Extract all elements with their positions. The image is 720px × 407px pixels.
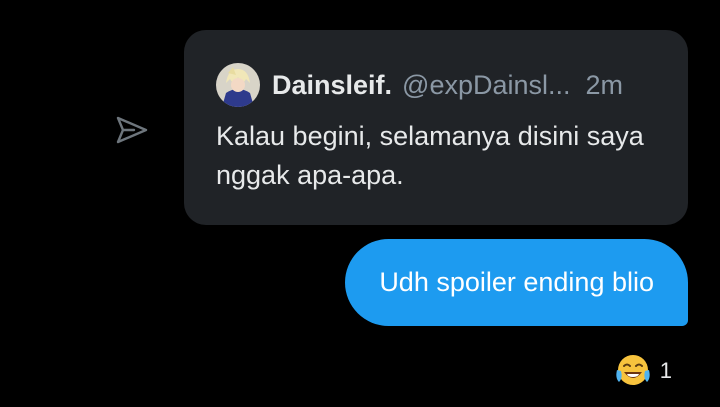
quoted-post-card[interactable]: Dainsleif. @expDainsl... · 2m Kalau begi…	[184, 30, 688, 225]
share-button[interactable]	[112, 110, 152, 150]
quoted-post-text: Kalau begini, selamanya disini saya ngga…	[216, 121, 644, 190]
tears-of-joy-emoji-icon	[616, 355, 650, 385]
dm-conversation: Dainsleif. @expDainsl... · 2m Kalau begi…	[0, 0, 720, 407]
avatar[interactable]	[216, 63, 260, 107]
avatar-image	[216, 63, 260, 107]
sent-message-text: Udh spoiler ending blio	[379, 267, 654, 297]
send-icon	[116, 116, 148, 144]
quoted-author-name[interactable]: Dainsleif.	[272, 70, 392, 101]
reaction-count: 1	[659, 358, 672, 383]
quoted-author-handle[interactable]: @expDainsl...	[402, 70, 570, 101]
quoted-post-time: 2m	[585, 69, 624, 100]
sent-message-bubble[interactable]: Udh spoiler ending blio	[345, 239, 688, 326]
quoted-post-header: Dainsleif. @expDainsl... · 2m	[216, 62, 656, 108]
reaction-badge[interactable]: 1	[614, 352, 672, 390]
